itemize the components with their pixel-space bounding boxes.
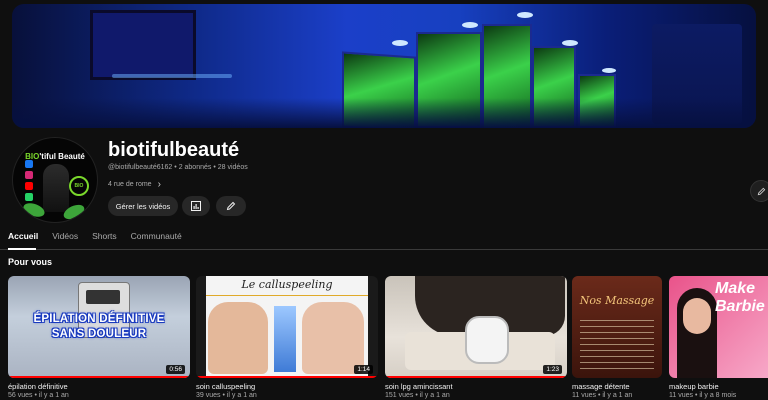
video-thumbnail[interactable]: ÉPILATION DÉFINITIVE SANS DOULEUR 0:56 xyxy=(8,276,190,378)
tab-videos[interactable]: Vidéos xyxy=(52,231,78,241)
thumbnail-text: Make Barbie xyxy=(715,280,765,315)
video-duration: 0:56 xyxy=(166,365,185,374)
tab-home[interactable]: Accueil xyxy=(8,231,38,241)
video-thumbnail[interactable]: Make Barbie xyxy=(669,276,768,378)
video-meta: 11 vues • il y a 8 mois xyxy=(669,392,737,399)
video-title[interactable]: soin lpg amincissant xyxy=(385,382,453,391)
video-card[interactable]: Nos Massage massage détente 11 vues • il… xyxy=(572,276,662,400)
thumbnail-text: ÉPILATION DÉFINITIVE SANS DOULEUR xyxy=(33,313,165,340)
section-title: Pour vous xyxy=(8,257,53,267)
video-title[interactable]: épilation définitive xyxy=(8,382,68,391)
pencil-icon xyxy=(226,201,236,211)
watch-progress-bar xyxy=(385,376,567,378)
pencil-icon xyxy=(757,187,765,195)
analytics-icon xyxy=(191,201,201,211)
video-thumbnail[interactable]: 1:23 xyxy=(385,276,567,378)
video-title[interactable]: soin calluspeeling xyxy=(196,382,255,391)
channel-title: biotifulbeauté xyxy=(108,139,240,161)
thumbnail-text: Nos Massage xyxy=(579,294,655,307)
video-card[interactable]: Le calluspeeling 1:14 soin calluspeeling… xyxy=(196,276,378,400)
video-duration: 1:14 xyxy=(354,365,373,374)
watch-progress-bar xyxy=(8,376,190,378)
edit-banner-button[interactable] xyxy=(750,180,768,202)
channel-meta: @biotifulbeauté6162 • 2 abonnés • 28 vid… xyxy=(108,164,248,171)
channel-avatar[interactable]: BIO'tiful Beauté BIO xyxy=(12,137,98,223)
chevron-right-icon: › xyxy=(157,179,161,190)
youtube-icon xyxy=(25,182,33,190)
channel-description[interactable]: 4 rue de rome › xyxy=(108,179,161,190)
channel-banner xyxy=(12,4,756,128)
thumbnail-text: Le calluspeeling xyxy=(241,278,333,291)
video-card[interactable]: Make Barbie makeup barbie 11 vues • il y… xyxy=(669,276,768,400)
video-meta: 56 vues • il y a 1 an xyxy=(8,392,69,399)
video-duration: 1:23 xyxy=(543,365,562,374)
instagram-icon xyxy=(25,171,33,179)
analytics-button[interactable] xyxy=(182,196,210,216)
video-thumbnail[interactable]: Nos Massage xyxy=(572,276,662,378)
buddha-figure xyxy=(43,164,69,212)
tab-community[interactable]: Communauté xyxy=(131,231,182,241)
video-meta: 151 vues • il y a 1 an xyxy=(385,392,450,399)
tabs-divider xyxy=(0,249,768,250)
watch-progress-bar xyxy=(196,376,378,378)
video-meta: 11 vues • il y a 1 an xyxy=(572,392,633,399)
whatsapp-icon xyxy=(25,193,33,201)
banner-tv-screen xyxy=(90,10,196,80)
channel-tabs: Accueil Vidéos Shorts Communauté xyxy=(8,231,182,241)
tab-shorts[interactable]: Shorts xyxy=(92,231,117,241)
video-title[interactable]: massage détente xyxy=(572,382,630,391)
manage-videos-button[interactable]: Gérer les vidéos xyxy=(108,196,178,216)
video-card[interactable]: 1:23 soin lpg amincissant 151 vues • il … xyxy=(385,276,567,400)
video-title[interactable]: makeup barbie xyxy=(669,382,719,391)
active-tab-indicator xyxy=(8,248,36,250)
video-meta: 39 vues • il y a 1 an xyxy=(196,392,257,399)
video-thumbnail[interactable]: Le calluspeeling 1:14 xyxy=(196,276,378,378)
edit-channel-button[interactable] xyxy=(216,196,246,216)
bio-badge: BIO xyxy=(69,176,89,196)
facebook-icon xyxy=(25,160,33,168)
video-card[interactable]: ÉPILATION DÉFINITIVE SANS DOULEUR 0:56 é… xyxy=(8,276,190,400)
